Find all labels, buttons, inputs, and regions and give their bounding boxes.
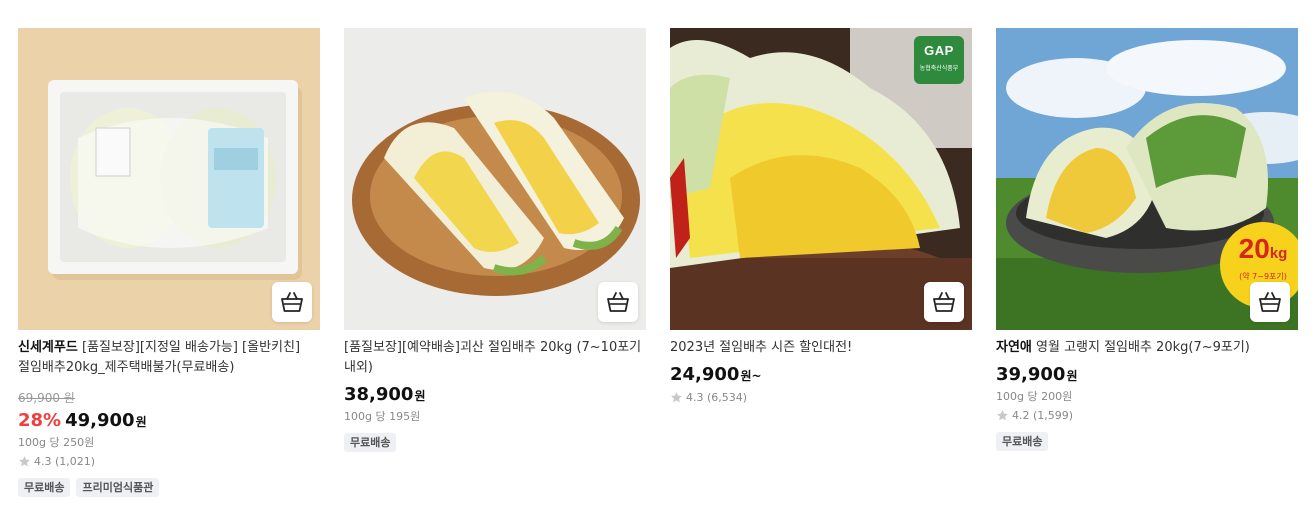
gap-certification-badge: GAP 농협축산식품부: [914, 36, 964, 84]
product-brand: 신세계푸드: [18, 340, 78, 355]
sale-price: 24,900: [670, 364, 740, 385]
product-title[interactable]: 신세계푸드 [품질보장][지정일 배송가능] [올반키친] 절임배추20kg_제…: [18, 338, 320, 378]
product-card[interactable]: 20kg (약 7~9포기) 자연애 영월 고랭지 절임배추 20kg(7~9포…: [996, 28, 1298, 497]
product-title[interactable]: 2023년 절임배추 시즌 할인대전!: [670, 338, 972, 358]
discount-rate: 28%: [18, 410, 62, 431]
rating-text: 4.2 (1,599): [1012, 409, 1074, 422]
tag: 프리미엄식품관: [76, 478, 160, 497]
cart-icon: [281, 292, 303, 312]
add-to-cart-button[interactable]: [1250, 282, 1290, 322]
unit-price: 100g 당 195원: [344, 410, 421, 423]
tag-list: 무료배송: [344, 433, 646, 452]
product-image[interactable]: GAP 농협축산식품부: [670, 28, 972, 330]
rating-text: 4.3 (6,534): [686, 391, 748, 404]
rating-text: 4.3 (1,021): [34, 455, 96, 468]
product-brand: 자연애: [996, 340, 1032, 355]
product-card[interactable]: [품질보장][예약배송]괴산 절임배추 20kg (7~10포기 내외) 38,…: [344, 28, 646, 497]
add-to-cart-button[interactable]: [272, 282, 312, 322]
currency: 원: [135, 415, 147, 429]
rating: 4.3 (1,021): [18, 453, 320, 470]
star-icon: [997, 410, 1008, 421]
star-icon: [19, 456, 30, 467]
product-grid: 신세계푸드 [품질보장][지정일 배송가능] [올반키친] 절임배추20kg_제…: [18, 28, 1298, 497]
sale-price: 39,900: [996, 364, 1066, 385]
sale-price: 49,900: [65, 410, 135, 431]
tag: 무료배송: [996, 432, 1049, 451]
add-to-cart-button[interactable]: [924, 282, 964, 322]
price-row: 24,900 원~: [670, 364, 972, 387]
original-price: 69,900 원: [18, 391, 75, 405]
cart-icon: [933, 292, 955, 312]
product-image[interactable]: [18, 28, 320, 330]
price-row: 28% 49,900 원: [18, 410, 320, 433]
product-image[interactable]: 20kg (약 7~9포기): [996, 28, 1298, 330]
price-row: 38,900 원: [344, 384, 646, 407]
product-card[interactable]: 신세계푸드 [품질보장][지정일 배송가능] [올반키친] 절임배추20kg_제…: [18, 28, 320, 497]
tag-list: 무료배송: [996, 432, 1298, 451]
tag: 무료배송: [18, 478, 71, 497]
price-row: 39,900 원: [996, 364, 1298, 387]
sale-price: 38,900: [344, 384, 414, 405]
currency: 원~: [740, 369, 762, 383]
currency: 원: [414, 389, 426, 403]
unit-price: 100g 당 200원: [996, 390, 1073, 403]
product-title[interactable]: [품질보장][예약배송]괴산 절임배추 20kg (7~10포기 내외): [344, 338, 646, 378]
unit-price: 100g 당 250원: [18, 436, 95, 449]
product-card[interactable]: GAP 농협축산식품부 2023년 절임배추 시즌 할인대전! 24,900 원…: [670, 28, 972, 497]
currency: 원: [1066, 369, 1078, 383]
product-title[interactable]: 자연애 영월 고랭지 절임배추 20kg(7~9포기): [996, 338, 1298, 358]
rating: 4.2 (1,599): [996, 407, 1298, 424]
product-image[interactable]: [344, 28, 646, 330]
tag-list: 무료배송 프리미엄식품관: [18, 478, 320, 497]
cart-icon: [1259, 292, 1281, 312]
add-to-cart-button[interactable]: [598, 282, 638, 322]
tag: 무료배송: [344, 433, 397, 452]
cart-icon: [607, 292, 629, 312]
star-icon: [671, 392, 682, 403]
rating: 4.3 (6,534): [670, 389, 972, 406]
